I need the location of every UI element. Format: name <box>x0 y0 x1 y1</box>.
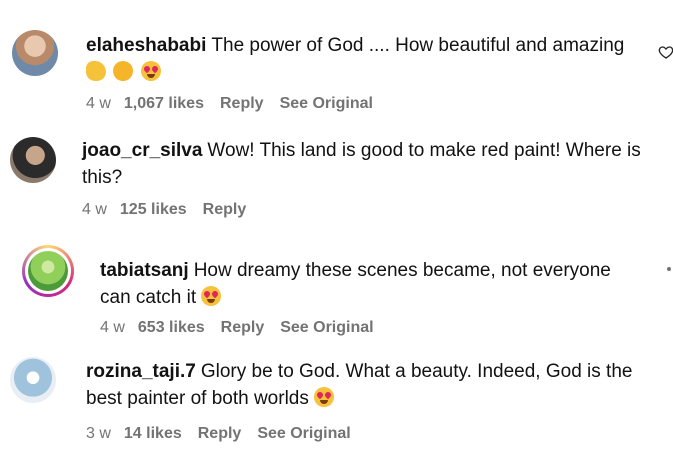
comment-time: 4 w <box>82 201 107 218</box>
reply-button[interactable]: Reply <box>203 201 247 219</box>
comment-likes[interactable]: 653 likes <box>138 319 205 337</box>
avatar[interactable] <box>10 357 56 403</box>
comment-likes[interactable]: 125 likes <box>120 201 187 219</box>
comment-item: rozina_taji.7 Glory be to God. What a bea… <box>0 345 673 450</box>
hug-emoji <box>113 61 134 81</box>
comment-body: rozina_taji.7 Glory be to God. What a bea… <box>86 358 646 412</box>
more-indicator-icon[interactable] <box>667 267 671 271</box>
see-original-button[interactable]: See Original <box>280 319 373 337</box>
comment-username[interactable]: elaheshababi <box>86 35 206 56</box>
comment-meta: 4 w 125 likes Reply <box>82 201 262 219</box>
avatar[interactable] <box>22 245 74 297</box>
comment-time: 4 w <box>100 319 125 336</box>
comment-item: tabiatsanj How dreamy these scenes became… <box>0 235 673 345</box>
see-original-button[interactable]: See Original <box>257 425 350 443</box>
comment-body: joao_cr_silva Wow! This land is good to m… <box>82 137 652 191</box>
comment-meta: 4 w 653 likes Reply See Original <box>100 319 390 337</box>
comment-time: 4 w <box>86 95 111 112</box>
comment-body: tabiatsanj How dreamy these scenes became… <box>100 257 640 311</box>
comment-meta: 3 w 14 likes Reply See Original <box>86 425 367 443</box>
comment-body: elaheshababi The power of God .... How be… <box>86 32 646 86</box>
heart-eyes-emoji <box>201 286 222 306</box>
heart-eyes-emoji <box>314 387 335 407</box>
avatar[interactable] <box>10 137 56 183</box>
comment-likes[interactable]: 1,067 likes <box>124 95 204 113</box>
see-original-button[interactable]: See Original <box>280 95 373 113</box>
comment-username[interactable]: tabiatsanj <box>100 260 189 281</box>
comment-text: The power of God .... How beautiful and … <box>211 35 625 56</box>
comment-item: elaheshababi The power of God .... How be… <box>0 0 673 125</box>
comment-username[interactable]: rozina_taji.7 <box>86 361 196 382</box>
comment-meta: 4 w 1,067 likes Reply See Original <box>86 95 389 113</box>
heart-icon[interactable] <box>658 44 673 60</box>
reply-button[interactable]: Reply <box>198 425 242 443</box>
reply-button[interactable]: Reply <box>221 319 265 337</box>
reply-button[interactable]: Reply <box>220 95 264 113</box>
comment-likes[interactable]: 14 likes <box>124 425 182 443</box>
comment-item: joao_cr_silva Wow! This land is good to m… <box>0 125 673 230</box>
comment-username[interactable]: joao_cr_silva <box>82 140 202 161</box>
heart-eyes-emoji <box>140 61 161 81</box>
clap-emoji <box>86 61 106 81</box>
avatar[interactable] <box>12 30 58 76</box>
comment-time: 3 w <box>86 425 111 442</box>
